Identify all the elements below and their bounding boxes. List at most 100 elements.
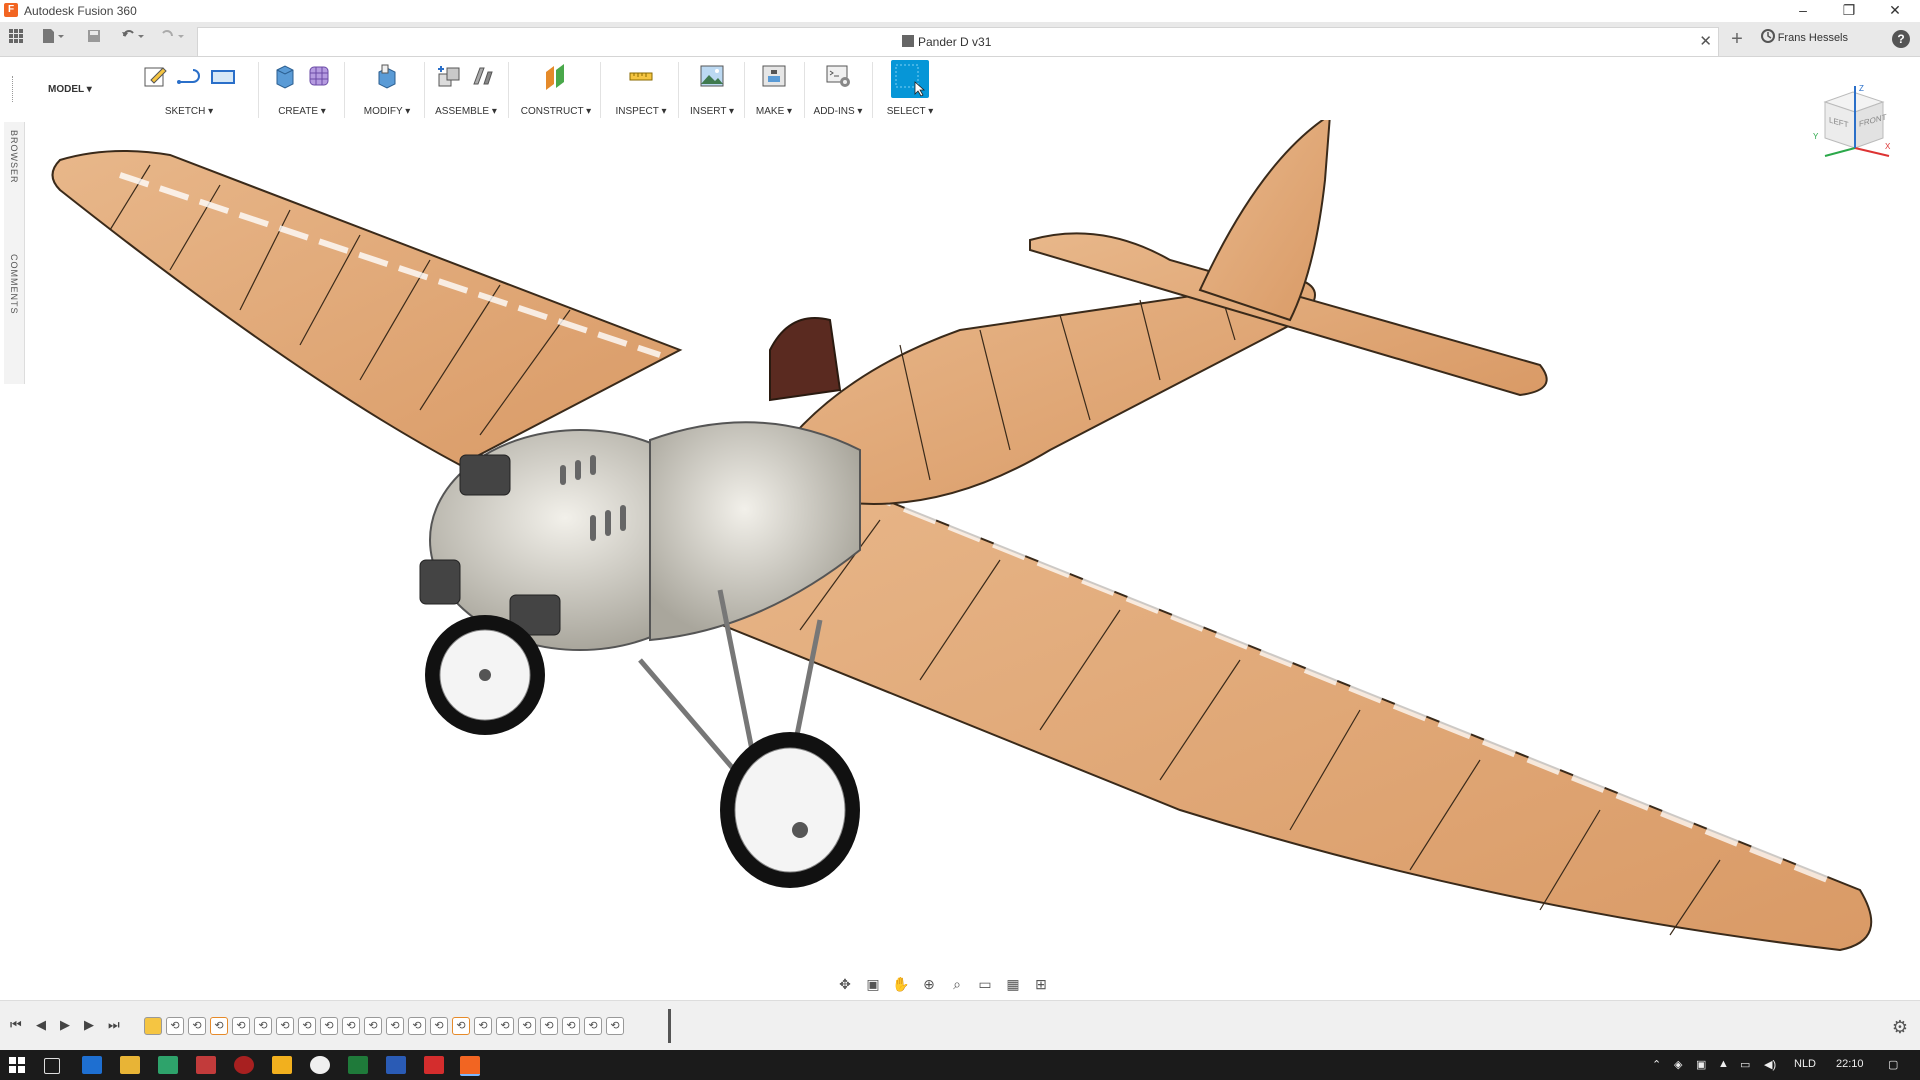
orbit-icon[interactable]: ✥ bbox=[836, 975, 854, 993]
zoom-icon[interactable]: ⊕ bbox=[920, 975, 938, 993]
timeline-feature[interactable]: ⟲ bbox=[452, 1017, 470, 1035]
scripts-icon[interactable] bbox=[824, 62, 852, 90]
help-icon[interactable]: ? bbox=[1892, 30, 1910, 48]
measure-icon[interactable] bbox=[627, 62, 655, 90]
timeline-feature[interactable]: ⟲ bbox=[518, 1017, 536, 1035]
redo-icon[interactable] bbox=[158, 28, 188, 50]
volume-icon[interactable]: ◀) bbox=[1764, 1058, 1776, 1071]
timeline-feature[interactable]: ⟲ bbox=[562, 1017, 580, 1035]
timeline-feature[interactable]: ⟲ bbox=[342, 1017, 360, 1035]
taskbar-app-icon[interactable] bbox=[234, 1056, 254, 1074]
timeline-feature[interactable]: ⟲ bbox=[496, 1017, 514, 1035]
go-to-end-icon[interactable]: ⏭ bbox=[108, 1017, 120, 1033]
insert-group[interactable]: INSERT ▾ bbox=[682, 62, 742, 120]
new-component-icon[interactable] bbox=[435, 62, 463, 90]
timeline-settings-gear-icon[interactable]: ⚙ bbox=[1892, 1017, 1908, 1038]
viewports-icon[interactable]: ⊞ bbox=[1032, 975, 1050, 993]
action-center-icon[interactable]: ▢ bbox=[1888, 1058, 1898, 1071]
document-tab[interactable]: Pander D v31 ✕ bbox=[197, 27, 1719, 56]
user-account[interactable]: Frans Hessels bbox=[1778, 32, 1848, 44]
edge-browser-icon[interactable] bbox=[82, 1056, 102, 1074]
timeline-feature[interactable]: ⟲ bbox=[606, 1017, 624, 1035]
extrude-icon[interactable] bbox=[271, 62, 299, 90]
timeline-feature[interactable]: ⟲ bbox=[584, 1017, 602, 1035]
timeline-feature[interactable]: ⟲ bbox=[408, 1017, 426, 1035]
modify-group[interactable]: MODIFY ▾ bbox=[352, 62, 422, 120]
minimize-button[interactable]: – bbox=[1780, 0, 1826, 22]
timeline-sketch-feature[interactable] bbox=[144, 1017, 162, 1035]
pan-icon[interactable]: ✋ bbox=[892, 975, 910, 993]
canvas-viewport[interactable] bbox=[0, 113, 1920, 1000]
fusion-taskbar-icon[interactable] bbox=[460, 1056, 480, 1076]
select-group[interactable]: SELECT ▾ bbox=[876, 60, 944, 120]
new-tab-button[interactable]: + bbox=[1726, 28, 1748, 50]
form-icon[interactable] bbox=[305, 62, 333, 90]
go-to-start-icon[interactable]: ⏮ bbox=[10, 1017, 22, 1033]
step-forward-icon[interactable]: ▶ bbox=[84, 1017, 94, 1033]
3d-print-icon[interactable] bbox=[760, 62, 788, 90]
workspace-switcher[interactable]: MODEL ▾ bbox=[48, 84, 92, 95]
timeline-feature[interactable]: ⟲ bbox=[166, 1017, 184, 1035]
taskbar-app-icon[interactable] bbox=[158, 1056, 178, 1074]
press-pull-icon[interactable] bbox=[373, 62, 401, 90]
joint-icon[interactable] bbox=[469, 62, 497, 90]
toolbar-grip[interactable] bbox=[12, 76, 15, 102]
taskbar-app-icon[interactable] bbox=[272, 1056, 292, 1074]
job-status-icon[interactable] bbox=[1758, 28, 1778, 50]
create-group[interactable]: CREATE ▾ bbox=[262, 62, 342, 120]
timeline-feature[interactable]: ⟲ bbox=[430, 1017, 448, 1035]
undo-icon[interactable] bbox=[118, 28, 148, 50]
data-panel-grid-icon[interactable] bbox=[6, 28, 26, 50]
timeline-feature[interactable]: ⟲ bbox=[276, 1017, 294, 1035]
file-menu-icon[interactable] bbox=[38, 28, 68, 50]
chrome-browser-icon[interactable] bbox=[310, 1056, 330, 1074]
look-at-icon[interactable]: ▣ bbox=[864, 975, 882, 993]
create-sketch-icon[interactable] bbox=[141, 62, 169, 90]
airplane-model[interactable] bbox=[0, 113, 1920, 1000]
line-icon[interactable] bbox=[175, 62, 203, 90]
timeline-feature[interactable]: ⟲ bbox=[298, 1017, 316, 1035]
tray-app-icon[interactable]: ▣ bbox=[1696, 1058, 1706, 1071]
timeline-feature[interactable]: ⟲ bbox=[188, 1017, 206, 1035]
tray-shield-icon[interactable]: ◈ bbox=[1674, 1058, 1682, 1071]
inspect-group[interactable]: INSPECT ▾ bbox=[606, 62, 676, 120]
timeline-feature[interactable]: ⟲ bbox=[540, 1017, 558, 1035]
tray-chevron-icon[interactable]: ⌃ bbox=[1652, 1058, 1661, 1071]
timeline-feature[interactable]: ⟲ bbox=[320, 1017, 338, 1035]
rectangle-icon[interactable] bbox=[209, 62, 237, 90]
windows-start-icon[interactable] bbox=[8, 1056, 28, 1074]
timeline-marker[interactable] bbox=[668, 1009, 671, 1043]
restore-button[interactable]: ❐ bbox=[1826, 0, 1872, 22]
make-group[interactable]: MAKE ▾ bbox=[746, 62, 802, 120]
construct-group[interactable]: CONSTRUCT ▾ bbox=[514, 62, 598, 120]
sketch-group[interactable]: SKETCH ▾ bbox=[126, 62, 252, 120]
file-explorer-icon[interactable] bbox=[120, 1056, 140, 1074]
timeline-feature[interactable]: ⟲ bbox=[474, 1017, 492, 1035]
taskbar-app-icon[interactable] bbox=[196, 1056, 216, 1074]
timeline-feature[interactable]: ⟲ bbox=[364, 1017, 382, 1035]
close-window-button[interactable]: ✕ bbox=[1872, 0, 1918, 22]
fit-icon[interactable]: ⌕ bbox=[948, 975, 966, 993]
excel-icon[interactable] bbox=[348, 1056, 368, 1074]
play-icon[interactable]: ▶ bbox=[60, 1017, 70, 1033]
insert-image-icon[interactable] bbox=[698, 62, 726, 90]
offset-plane-icon[interactable] bbox=[542, 62, 570, 90]
add-ins-group[interactable]: ADD-INS ▾ bbox=[806, 62, 870, 120]
task-view-icon[interactable] bbox=[44, 1058, 60, 1074]
select-icon[interactable] bbox=[891, 60, 929, 98]
save-icon[interactable] bbox=[84, 28, 104, 50]
taskbar-app-icon[interactable] bbox=[424, 1056, 444, 1074]
network-icon[interactable]: ▭ bbox=[1740, 1058, 1750, 1071]
timeline-feature[interactable]: ⟲ bbox=[210, 1017, 228, 1035]
assemble-group[interactable]: ASSEMBLE ▾ bbox=[426, 62, 506, 120]
tray-app-icon[interactable]: ▲ bbox=[1718, 1058, 1729, 1070]
clock[interactable]: 22:10 bbox=[1836, 1058, 1864, 1070]
close-tab-icon[interactable]: ✕ bbox=[1699, 32, 1712, 50]
input-language[interactable]: NLD bbox=[1794, 1058, 1816, 1070]
display-settings-icon[interactable]: ▭ bbox=[976, 975, 994, 993]
grid-settings-icon[interactable]: ▦ bbox=[1004, 975, 1022, 993]
timeline-feature[interactable]: ⟲ bbox=[254, 1017, 272, 1035]
timeline-feature[interactable]: ⟲ bbox=[386, 1017, 404, 1035]
timeline-feature[interactable]: ⟲ bbox=[232, 1017, 250, 1035]
viewcube[interactable]: LEFT FRONT Y X Z bbox=[1805, 84, 1895, 164]
